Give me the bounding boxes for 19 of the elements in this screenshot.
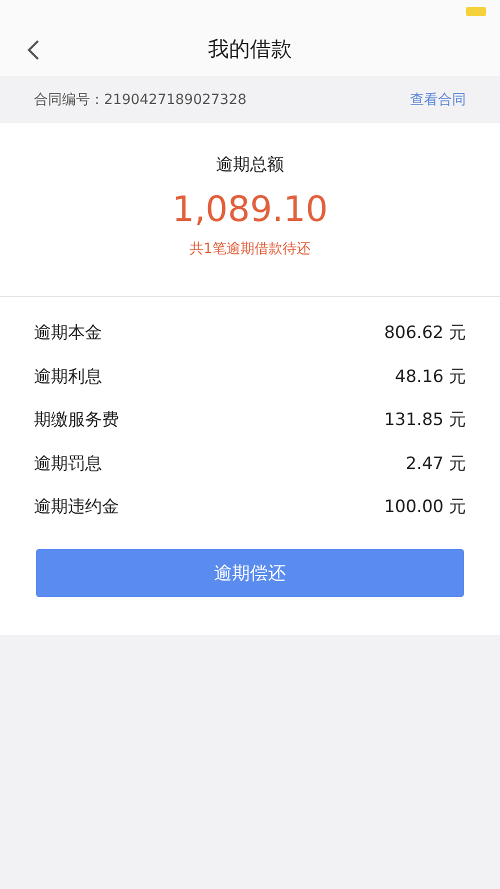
back-icon[interactable] [26, 39, 40, 61]
item-label: 逾期违约金 [34, 496, 119, 518]
view-contract-link[interactable]: 查看合同 [410, 90, 466, 108]
page-title: 我的借款 [208, 36, 292, 63]
item-value: 806.62 元 [384, 322, 466, 344]
item-value: 2.47 元 [406, 452, 466, 475]
item-value: 131.85 元 [384, 409, 466, 432]
item-label: 逾期利息 [34, 366, 102, 388]
overdue-note: 共1笔逾期借款待还 [190, 240, 310, 258]
battery-icon [466, 6, 486, 16]
item-label: 逾期本金 [34, 322, 102, 344]
item-label: 期缴服务费 [34, 409, 119, 432]
item-label: 逾期罚息 [34, 452, 102, 475]
summary-title: 逾期总额 [216, 154, 284, 176]
repay-button[interactable]: 逾期偿还 [36, 548, 464, 596]
contract-number: 合同编号：2190427189027328 [34, 90, 247, 108]
item-value: 48.16 元 [394, 366, 466, 388]
overdue-amount: 1,089.10 [172, 190, 328, 230]
item-value: 100.00 元 [384, 496, 466, 518]
